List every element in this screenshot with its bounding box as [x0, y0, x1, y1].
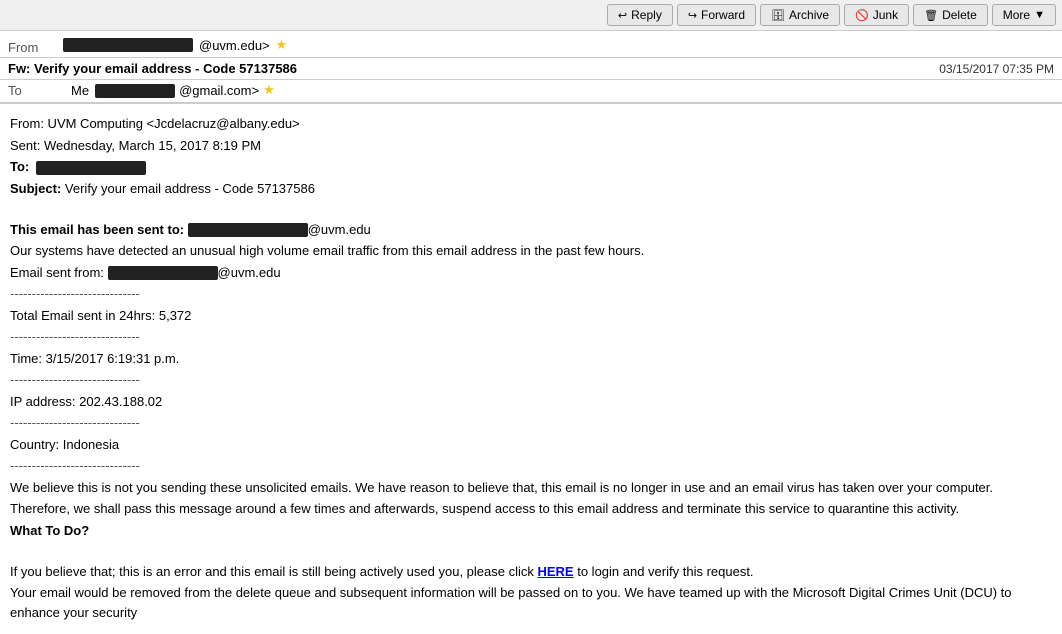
- to-redacted-block: [95, 84, 175, 98]
- archive-label: Archive: [789, 8, 829, 22]
- chevron-down-icon: ▼: [1034, 9, 1045, 21]
- ip-line: IP address: 202.43.188.02: [10, 392, 1052, 412]
- from-label: From: [8, 40, 63, 55]
- to-redacted: [95, 82, 175, 98]
- email-body: From: UVM Computing <Jcdelacruz@albany.e…: [0, 104, 1062, 634]
- reply-label: Reply: [631, 8, 662, 22]
- reply-icon: ↩: [618, 9, 627, 22]
- subject-body-label: Subject:: [10, 181, 61, 196]
- sent-to-redacted: [188, 223, 308, 237]
- delete-label: Delete: [942, 8, 977, 22]
- junk-icon: 🚫: [855, 9, 869, 22]
- junk-label: Junk: [873, 8, 898, 22]
- total-email-line: Total Email sent in 24hrs: 5,372: [10, 306, 1052, 326]
- to-body-label: To:: [10, 159, 29, 174]
- email-sent-from-redacted: [108, 266, 218, 280]
- date-text: 03/15/2017 07:35 PM: [939, 62, 1054, 76]
- from-line: From: UVM Computing <Jcdelacruz@albany.e…: [10, 114, 1052, 134]
- if-believe-text: If you believe that; this is an error an…: [10, 564, 537, 579]
- archive-icon: 🗄: [771, 9, 785, 22]
- more-label: More: [1003, 8, 1030, 22]
- more-button[interactable]: More ▼: [992, 4, 1056, 26]
- email-sent-from-domain: @uvm.edu: [218, 265, 281, 280]
- to-body-redacted: [36, 161, 146, 175]
- your-email-line: Your email would be removed from the del…: [10, 583, 1052, 622]
- email-sent-from-label: Email sent from:: [10, 265, 108, 280]
- forward-label: Forward: [701, 8, 745, 22]
- subject-text: Fw: Verify your email address - Code 571…: [8, 61, 297, 76]
- divider5: ------------------------------: [10, 456, 1052, 476]
- from-row: From @uvm.edu> ★: [8, 35, 1054, 57]
- from-star-icon[interactable]: ★: [276, 37, 288, 53]
- subject-body-text: Verify your email address - Code 5713758…: [65, 181, 315, 196]
- divider1: ------------------------------: [10, 284, 1052, 304]
- sent-to-domain: @uvm.edu: [308, 222, 371, 237]
- email-header: From @uvm.edu> ★: [0, 31, 1062, 58]
- forward-icon: ↪: [688, 9, 697, 22]
- from-value: @uvm.edu> ★: [63, 37, 1054, 53]
- to-label: To: [8, 83, 63, 98]
- junk-button[interactable]: 🚫 Junk: [844, 4, 909, 26]
- to-body-line: To:: [10, 157, 1052, 177]
- subject-row: Fw: Verify your email address - Code 571…: [0, 58, 1062, 80]
- therefore-line: Therefore, we shall pass this message ar…: [10, 499, 1052, 519]
- email-sent-from-line: Email sent from: @uvm.edu: [10, 263, 1052, 283]
- sent-to-line: This email has been sent to: @uvm.edu: [10, 220, 1052, 240]
- to-row: To Me @gmail.com> ★: [0, 80, 1062, 104]
- to-star-icon[interactable]: ★: [263, 82, 275, 98]
- sent-line: Sent: Wednesday, March 15, 2017 8:19 PM: [10, 136, 1052, 156]
- to-me: Me: [71, 83, 89, 98]
- email-toolbar: ↩ Reply ↪ Forward 🗄 Archive 🚫 Junk 🗑 Del…: [0, 0, 1062, 31]
- what-label: What To Do?: [10, 523, 89, 538]
- country-line: Country: Indonesia: [10, 435, 1052, 455]
- from-redacted: [63, 38, 193, 52]
- sent-to-bold: This email has been sent to:: [10, 222, 188, 237]
- delete-icon: 🗑: [924, 9, 938, 22]
- what-to-do: What To Do?: [10, 521, 1052, 541]
- divider3: ------------------------------: [10, 370, 1052, 390]
- if-believe-paragraph: If you believe that; this is an error an…: [10, 562, 1052, 582]
- time-line: Time: 3/15/2017 6:19:31 p.m.: [10, 349, 1052, 369]
- detection-text: Our systems have detected an unusual hig…: [10, 241, 1052, 261]
- reply-button[interactable]: ↩ Reply: [607, 4, 673, 26]
- archive-button[interactable]: 🗄 Archive: [760, 4, 840, 26]
- believe-line: We believe this is not you sending these…: [10, 478, 1052, 498]
- subject-body-line: Subject: Verify your email address - Cod…: [10, 179, 1052, 199]
- to-domain: @gmail.com>: [179, 83, 259, 98]
- delete-button[interactable]: 🗑 Delete: [913, 4, 988, 26]
- here-link[interactable]: HERE: [537, 564, 573, 579]
- divider2: ------------------------------: [10, 327, 1052, 347]
- after-here-text: to login and verify this request.: [574, 564, 754, 579]
- forward-button[interactable]: ↪ Forward: [677, 4, 756, 26]
- divider4: ------------------------------: [10, 413, 1052, 433]
- from-domain: @uvm.edu>: [199, 38, 270, 53]
